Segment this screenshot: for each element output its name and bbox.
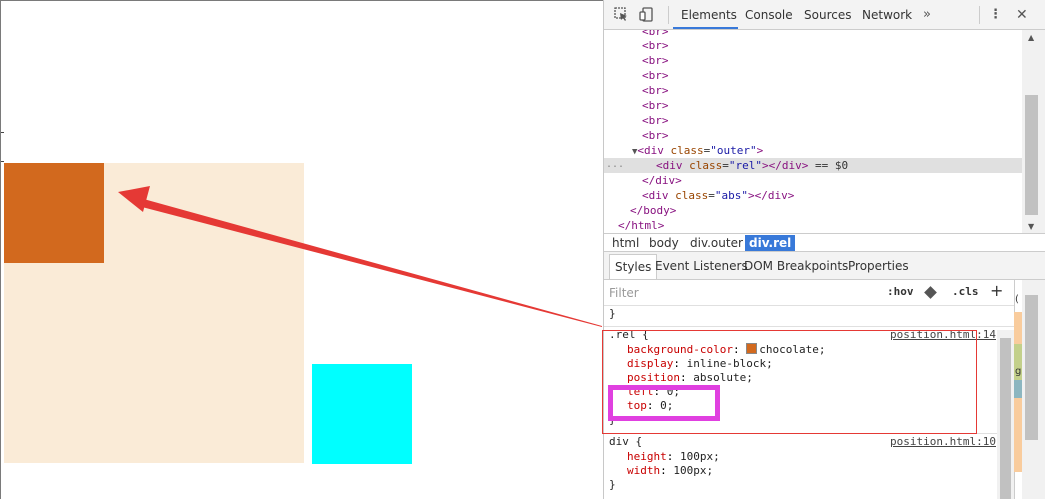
tab-dom-breakpoints[interactable]: DOM Breakpoints [744, 259, 848, 273]
tab-properties[interactable]: Properties [848, 259, 909, 273]
active-tab-indicator [673, 27, 738, 29]
kebab-menu-icon[interactable]: ⋮ [989, 7, 1002, 22]
tree-node-br[interactable]: <br> [604, 113, 1022, 128]
tree-node-body-close[interactable]: </body> [604, 203, 1022, 218]
tab-event-listeners[interactable]: Event Listeners [655, 259, 748, 273]
computed-scrollbar-thumb[interactable] [1025, 295, 1038, 440]
node-actions-icon[interactable]: ... [606, 159, 624, 170]
styles-filter-bar: Filter :hov .cls + [604, 280, 1014, 306]
scroll-down-icon[interactable]: ▼ [1028, 222, 1034, 231]
tree-node-br[interactable]: <br> [604, 68, 1022, 83]
tree-node-br[interactable]: <br> [604, 128, 1022, 143]
more-tabs-icon[interactable]: » [923, 7, 931, 22]
tree-node-div-outer[interactable]: ▼<div class="outer"> [604, 143, 1022, 158]
hov-toggle[interactable]: :hov [887, 285, 914, 298]
css-prop-width[interactable]: width: 100px; [627, 464, 713, 478]
tree-node-div-close[interactable]: </div> [604, 173, 1022, 188]
styles-scrollbar-thumb[interactable] [1000, 338, 1011, 499]
edge-tick [1, 132, 4, 133]
rule-divider [604, 326, 1014, 327]
breadcrumb-div-outer[interactable]: div.outer [686, 235, 747, 251]
scroll-up-icon[interactable]: ▲ [1028, 33, 1034, 42]
tab-network[interactable]: Network [862, 8, 912, 22]
elements-tree: <br> <br> <br> <br> <br> <br> <br> <br> … [604, 30, 1022, 233]
tab-sources[interactable]: Sources [804, 8, 851, 22]
filter-input[interactable]: Filter [609, 286, 639, 300]
devtools-toolbar: Elements Console Sources Network » ⋮ ✕ [604, 0, 1045, 30]
toolbar-separator [979, 6, 980, 24]
tree-node-br[interactable]: <br> [604, 53, 1022, 68]
tab-console[interactable]: Console [745, 8, 793, 22]
tab-elements[interactable]: Elements [681, 8, 737, 22]
rule-closing-brace: } [609, 307, 616, 320]
abs-div-box[interactable] [312, 364, 412, 464]
annotation-magenta-box [608, 385, 720, 421]
breadcrumb-body[interactable]: body [645, 235, 683, 251]
close-icon[interactable]: ✕ [1016, 7, 1028, 23]
box-model-margin [1014, 412, 1022, 472]
tree-node-div-rel-selected[interactable]: <div class="rel"></div> == $0 [604, 158, 1022, 173]
breadcrumb-div-rel[interactable]: div.rel [745, 235, 796, 251]
box-model-content [1014, 380, 1022, 398]
breadcrumb-html[interactable]: html [608, 235, 643, 251]
tree-node-html-close[interactable]: </html> [604, 218, 1022, 233]
device-toolbar-icon[interactable] [639, 7, 654, 22]
inspect-element-icon[interactable] [614, 7, 629, 22]
styles-pane-tabs: Styles Event Listeners DOM Breakpoints P… [604, 252, 1045, 280]
computed-text: g [1015, 366, 1022, 377]
tree-node-br[interactable]: <br> [604, 83, 1022, 98]
tab-styles[interactable]: Styles [609, 254, 658, 279]
new-rule-plus-icon[interactable]: + [990, 281, 1003, 300]
breadcrumb: html body div.outer div.rel [604, 233, 1045, 252]
css-prop-height[interactable]: height: 100px; [627, 450, 720, 464]
edge-tick [1, 161, 4, 162]
toolbar-separator [668, 6, 669, 24]
tree-node-div-abs[interactable]: <div class="abs"></div> [604, 188, 1022, 203]
rule-selector-div[interactable]: div { [609, 435, 642, 449]
rel-div-box[interactable] [4, 163, 104, 263]
tree-node-br[interactable]: <br> [604, 98, 1022, 113]
rule-source-link[interactable]: position.html:10 [890, 435, 996, 449]
elements-scrollbar-thumb[interactable] [1025, 95, 1038, 215]
computed-text: ( [1015, 294, 1019, 305]
cls-toggle[interactable]: .cls [952, 285, 979, 298]
paint-icon[interactable] [924, 286, 937, 299]
tree-node-br[interactable]: <br> [604, 38, 1022, 53]
rule-closing-brace: } [609, 478, 616, 491]
